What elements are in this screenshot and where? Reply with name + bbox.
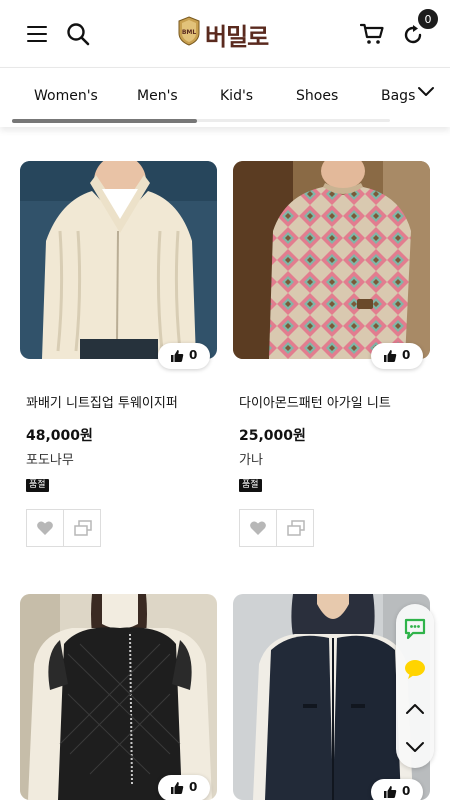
category-scrollbar[interactable] [12,119,197,123]
heart-icon [250,521,266,535]
top-header: BML 버밀로 0 [0,0,450,67]
product-brand: 가나 [239,453,263,468]
product-image[interactable] [20,594,217,800]
product-card[interactable]: 0 꽈배기 니트집업 투웨이지퍼 48,000원 포도나무 품절 [20,161,217,551]
like-button[interactable]: 0 [158,343,210,369]
kakao-talk-icon[interactable] [404,658,426,680]
scroll-up-icon[interactable] [404,698,426,720]
logo-badge-text: BML [182,29,197,36]
sold-out-badge: 품절 [26,479,49,492]
tab-shoes[interactable]: Shoes [296,88,338,104]
refresh-count-badge: 0 [417,8,439,30]
product-price: 25,000원 [239,428,306,444]
product-card[interactable]: 0 다이아몬드패턴 아가일 니트 25,000원 가나 품절 [233,161,430,551]
chat-icon[interactable] [404,618,426,640]
product-name[interactable]: 꽈배기 니트집업 투웨이지퍼 [26,392,178,411]
chevron-down-icon[interactable] [417,83,435,101]
scroll-down-icon[interactable] [404,736,426,758]
thumbs-up-icon [171,350,184,362]
like-count: 0 [402,348,411,362]
brand-logo[interactable]: BML 버밀로 [177,14,275,51]
tab-kids[interactable]: Kid's [220,88,253,104]
product-card[interactable]: 0 [20,594,217,800]
compare-button[interactable] [63,509,101,547]
thumbs-up-icon [384,786,397,798]
product-image[interactable] [20,161,217,359]
cart-icon[interactable] [360,22,384,46]
product-price: 48,000원 [26,428,93,444]
sold-out-badge: 품절 [239,479,262,492]
tab-bags[interactable]: Bags [381,88,415,104]
window-stack-icon [287,520,305,536]
product-brand: 포도나무 [26,453,74,468]
search-icon[interactable] [66,22,90,46]
product-name[interactable]: 다이아몬드패턴 아가일 니트 [239,392,391,411]
logo-badge-icon: BML [178,16,200,46]
thumbs-up-icon [384,350,397,362]
like-button[interactable]: 0 [158,775,210,800]
like-count: 0 [189,780,198,794]
like-count: 0 [402,784,411,798]
logo-text: 버밀로 [205,23,269,51]
menu-icon[interactable] [27,26,47,42]
product-image[interactable] [233,161,430,359]
tab-mens[interactable]: Men's [137,88,178,104]
floating-quick-panel [396,604,434,768]
category-tabs: Women's Men's Kid's Shoes Bags [0,67,450,127]
wishlist-button[interactable] [26,509,64,547]
tab-womens[interactable]: Women's [34,88,98,104]
like-count: 0 [189,348,198,362]
heart-icon [37,521,53,535]
compare-button[interactable] [276,509,314,547]
thumbs-up-icon [171,782,184,794]
window-stack-icon [74,520,92,536]
like-button[interactable]: 0 [371,779,423,800]
like-button[interactable]: 0 [371,343,423,369]
wishlist-button[interactable] [239,509,277,547]
